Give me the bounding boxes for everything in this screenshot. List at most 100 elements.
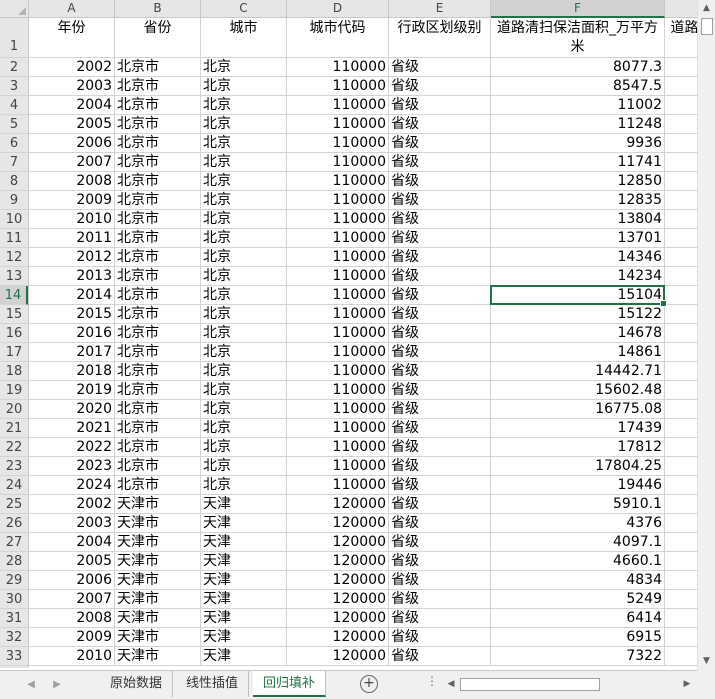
table-cell-empty[interactable] [665, 115, 697, 134]
table-cell[interactable]: 天津市 [115, 647, 201, 666]
row-header-22[interactable]: 22 [0, 438, 28, 457]
horizontal-scrollbar[interactable]: ◀ ▶ [444, 676, 694, 692]
row-header-20[interactable]: 20 [0, 400, 28, 419]
more-options-icon[interactable]: ⋮ [426, 674, 438, 688]
spreadsheet-grid[interactable]: 年份 省份 城市 城市代码 行政区划级别 道路清扫保洁面积_万平方米 道路 2002 北京市 北京… [29, 18, 697, 668]
table-cell-empty[interactable] [665, 58, 697, 77]
row-header-17[interactable]: 17 [0, 343, 28, 362]
header-cell[interactable]: 城市代码 [287, 18, 389, 58]
table-cell[interactable]: 110000 [287, 419, 389, 438]
row-header-32[interactable]: 32 [0, 628, 28, 647]
table-cell[interactable]: 省级 [389, 438, 491, 457]
table-cell[interactable]: 北京市 [115, 476, 201, 495]
table-cell[interactable]: 2007 [29, 590, 115, 609]
table-cell[interactable]: 8077.3 [491, 58, 665, 77]
row-header-9[interactable]: 9 [0, 191, 28, 210]
table-cell[interactable]: 北京 [201, 115, 287, 134]
table-cell[interactable]: 天津 [201, 628, 287, 647]
row-header-2[interactable]: 2 [0, 58, 28, 77]
table-cell[interactable]: 2012 [29, 248, 115, 267]
table-cell[interactable]: 省级 [389, 77, 491, 96]
table-cell-empty[interactable] [665, 457, 697, 476]
table-cell[interactable]: 110000 [287, 362, 389, 381]
table-cell[interactable]: 16775.08 [491, 400, 665, 419]
table-cell[interactable]: 120000 [287, 495, 389, 514]
table-cell-empty[interactable] [665, 153, 697, 172]
table-cell[interactable]: 北京市 [115, 58, 201, 77]
vertical-scrollbar[interactable]: ▲ ▼ [697, 0, 715, 670]
table-cell-empty[interactable] [665, 400, 697, 419]
table-cell[interactable]: 2005 [29, 115, 115, 134]
table-cell-empty[interactable] [665, 552, 697, 571]
table-cell[interactable]: 省级 [389, 647, 491, 666]
table-cell[interactable]: 北京市 [115, 191, 201, 210]
row-header-25[interactable]: 25 [0, 495, 28, 514]
table-cell[interactable]: 北京市 [115, 381, 201, 400]
table-cell-empty[interactable] [665, 609, 697, 628]
table-cell[interactable]: 110000 [287, 305, 389, 324]
table-cell[interactable]: 北京 [201, 419, 287, 438]
table-cell[interactable]: 110000 [287, 134, 389, 153]
table-cell[interactable]: 省级 [389, 134, 491, 153]
table-cell[interactable]: 110000 [287, 172, 389, 191]
table-cell[interactable]: 省级 [389, 58, 491, 77]
table-cell[interactable]: 北京市 [115, 172, 201, 191]
table-cell[interactable]: 110000 [287, 457, 389, 476]
table-cell[interactable]: 天津市 [115, 590, 201, 609]
table-cell[interactable]: 2010 [29, 210, 115, 229]
tab-next-icon[interactable]: ▶ [48, 676, 66, 694]
table-cell[interactable]: 12835 [491, 191, 665, 210]
header-cell[interactable]: 道路清扫保洁面积_万平方米 [491, 18, 665, 58]
table-cell[interactable]: 120000 [287, 552, 389, 571]
table-cell[interactable]: 14861 [491, 343, 665, 362]
table-cell[interactable]: 北京 [201, 248, 287, 267]
row-header-13[interactable]: 13 [0, 267, 28, 286]
table-cell[interactable]: 北京 [201, 286, 287, 305]
table-cell[interactable]: 2004 [29, 533, 115, 552]
table-cell[interactable]: 2017 [29, 343, 115, 362]
add-sheet-icon[interactable]: + [360, 675, 378, 693]
table-cell[interactable]: 北京市 [115, 96, 201, 115]
table-cell[interactable]: 2006 [29, 571, 115, 590]
table-cell-empty[interactable] [665, 324, 697, 343]
table-cell[interactable]: 2007 [29, 153, 115, 172]
table-cell[interactable]: 17804.25 [491, 457, 665, 476]
table-cell[interactable]: 北京市 [115, 286, 201, 305]
table-cell[interactable]: 11741 [491, 153, 665, 172]
table-cell[interactable]: 2002 [29, 495, 115, 514]
row-header-6[interactable]: 6 [0, 134, 28, 153]
column-header-e[interactable]: E [389, 0, 491, 17]
table-cell[interactable]: 120000 [287, 647, 389, 666]
row-header-30[interactable]: 30 [0, 590, 28, 609]
table-cell[interactable]: 9936 [491, 134, 665, 153]
table-cell[interactable]: 天津市 [115, 533, 201, 552]
table-cell-empty[interactable] [665, 210, 697, 229]
table-cell-empty[interactable] [665, 571, 697, 590]
row-header-7[interactable]: 7 [0, 153, 28, 172]
table-cell[interactable]: 2008 [29, 172, 115, 191]
table-cell[interactable]: 省级 [389, 533, 491, 552]
scroll-left-arrow-icon[interactable]: ◀ [444, 676, 458, 692]
table-cell-empty[interactable] [665, 533, 697, 552]
table-cell-empty[interactable] [665, 134, 697, 153]
table-cell[interactable]: 天津 [201, 514, 287, 533]
table-cell[interactable]: 省级 [389, 305, 491, 324]
row-header-24[interactable]: 24 [0, 476, 28, 495]
table-cell[interactable]: 北京 [201, 324, 287, 343]
header-cell[interactable]: 城市 [201, 18, 287, 58]
table-cell[interactable]: 4097.1 [491, 533, 665, 552]
table-cell[interactable]: 省级 [389, 229, 491, 248]
row-header-23[interactable]: 23 [0, 457, 28, 476]
table-cell[interactable]: 2005 [29, 552, 115, 571]
table-cell[interactable]: 4376 [491, 514, 665, 533]
table-cell-empty[interactable] [665, 267, 697, 286]
row-header-28[interactable]: 28 [0, 552, 28, 571]
table-cell[interactable]: 2006 [29, 134, 115, 153]
table-cell[interactable]: 2024 [29, 476, 115, 495]
table-cell[interactable]: 2019 [29, 381, 115, 400]
table-cell-empty[interactable] [665, 590, 697, 609]
table-cell[interactable]: 110000 [287, 58, 389, 77]
table-cell[interactable]: 2008 [29, 609, 115, 628]
table-cell[interactable]: 5249 [491, 590, 665, 609]
table-cell[interactable]: 2003 [29, 514, 115, 533]
